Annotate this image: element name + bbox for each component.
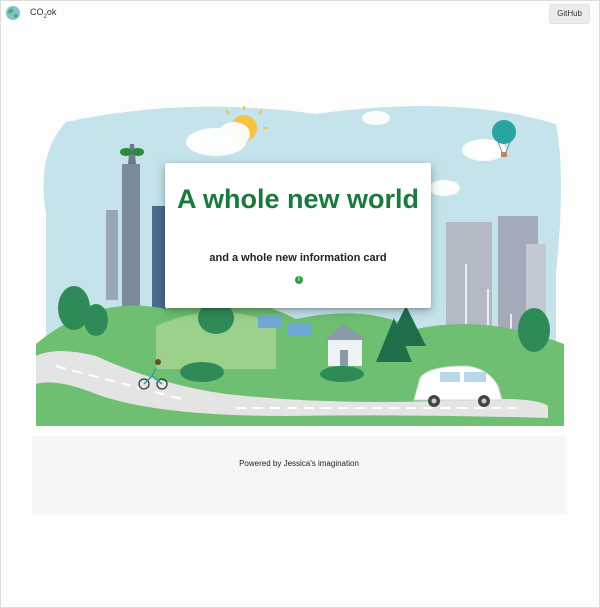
card-title: A whole new world <box>176 184 419 214</box>
brand-name[interactable]: CO2ok <box>30 7 56 20</box>
info-icon[interactable]: i <box>295 276 303 284</box>
earth-logo-icon[interactable] <box>5 5 21 21</box>
information-card: A whole new world and a whole new inform… <box>165 163 431 308</box>
github-button[interactable]: GitHub <box>549 4 590 24</box>
card-subtitle: and a whole new information card <box>209 252 387 264</box>
footer: Powered by Jessica's imagination <box>32 436 566 514</box>
footer-text: Powered by Jessica's imagination <box>239 459 359 468</box>
top-bar: CO2ok GitHub <box>0 0 600 28</box>
